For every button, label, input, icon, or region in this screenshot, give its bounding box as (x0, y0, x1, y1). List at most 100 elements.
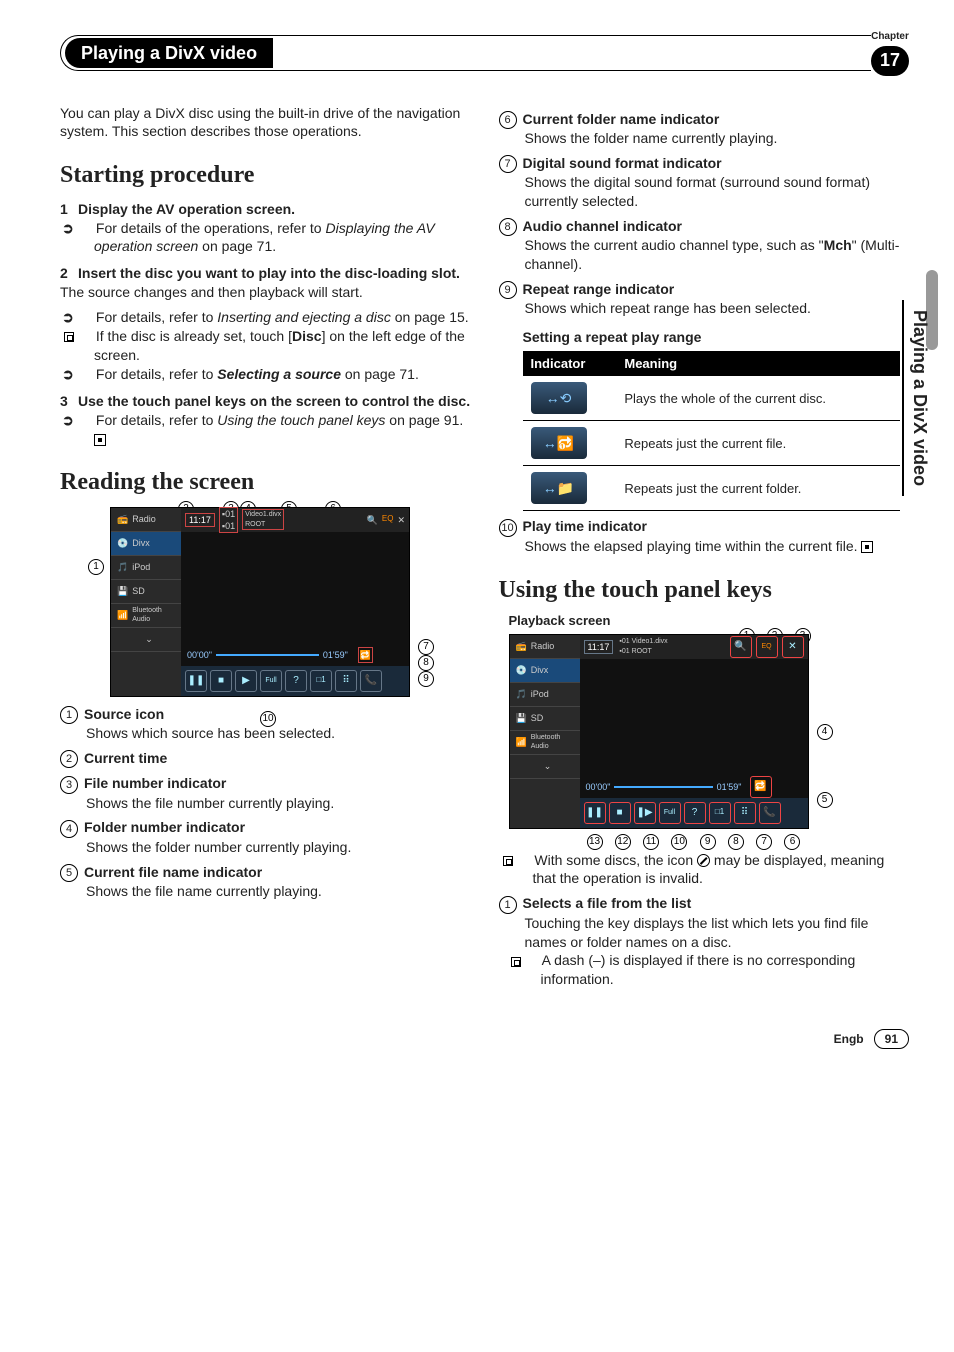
right-column: 6Current folder name indicatorShows the … (499, 104, 910, 990)
page-header: Playing a DivX video Chapter 17 (60, 30, 909, 76)
circ-1: 1 (499, 896, 517, 914)
page-title: Playing a DivX video (65, 38, 273, 68)
table-row: ↔📁 Repeats just the current folder. (523, 466, 901, 511)
elapsed: 00'00" (586, 781, 611, 793)
progress-2: 00'00" 01'59" 🔁 (586, 780, 772, 794)
c2-bottom: 13 12 11 10 9 8 7 6 (587, 834, 807, 850)
subtitle-button[interactable]: □1 (709, 802, 731, 824)
item-10-title: Play time indicator (523, 518, 647, 534)
callout-1: 1 (88, 559, 110, 575)
meaning-2: Repeats just the current folder. (616, 466, 900, 511)
src-bt[interactable]: 📶 Bluetooth Audio (510, 731, 580, 755)
t: on page 91. (385, 412, 463, 428)
t: A dash (–) is displayed if there is no c… (541, 952, 856, 987)
clock: 11:17 (185, 513, 215, 527)
src-more[interactable]: ⌄ (510, 755, 580, 779)
repeat-icon[interactable]: 🔁 (750, 776, 772, 798)
callout-9: 9 (418, 671, 440, 687)
item-desc: Shows which repeat range has been select… (525, 299, 910, 318)
touch-item-1-sub: A dash (–) is displayed if there is no c… (541, 951, 910, 989)
screen-item-5: 5Current file name indicatorShows the fi… (60, 863, 471, 901)
table-row: ↔🔂Repeats just the current file. (523, 421, 901, 466)
touch-item-1-title: Selects a file from the list (523, 895, 692, 911)
footer: Engb 91 (60, 1029, 909, 1049)
note-icon (525, 951, 539, 970)
prohibit-icon (697, 854, 710, 867)
item-desc: Shows the folder number currently playin… (86, 838, 471, 857)
src-sd[interactable]: 💾 SD (510, 707, 580, 731)
th-meaning: Meaning (616, 351, 900, 377)
screen-item-4: 4Folder number indicatorShows the folder… (60, 818, 471, 856)
th-indicator: Indicator (523, 351, 617, 377)
lang-label: Engb (834, 1031, 864, 1047)
stop-button[interactable]: ■ (210, 670, 232, 692)
meaning-1: Repeats just the current file. (616, 421, 900, 466)
source-list: 📻 Radio 💿 Divx 🎵 iPod 💾 SD 📶 Bluetooth A… (111, 508, 181, 696)
step-2-sub2: If the disc is already set, touch [Disc]… (94, 327, 471, 365)
phone-button[interactable]: 📞 (759, 802, 781, 824)
item-10-desc: Shows the elapsed playing time within th… (525, 538, 858, 554)
item-title: Current file name indicator (84, 864, 262, 880)
touch-item-1-desc: Touching the key displays the list which… (525, 914, 910, 952)
close-icon[interactable]: ✕ (397, 514, 405, 526)
t: Inserting and ejecting a disc (217, 309, 391, 325)
touch-item-1: 1 Selects a file from the list Touching t… (499, 894, 910, 989)
repeat-table-title: Setting a repeat play range (523, 328, 910, 347)
aspect-button[interactable]: Full (260, 670, 282, 692)
circ: 1 (60, 706, 78, 724)
pause-button[interactable]: ❚❚ (185, 670, 207, 692)
eq-icon[interactable]: EQ (382, 514, 394, 525)
item-title: Audio channel indicator (523, 218, 682, 234)
src-sd[interactable]: 💾 SD (111, 580, 181, 604)
search-icon[interactable]: 🔍 (730, 636, 752, 658)
item-title: File number indicator (84, 775, 226, 791)
file-folder-box: ▪01▪01 (219, 507, 238, 533)
page-number: 91 (874, 1029, 909, 1049)
src-radio[interactable]: 📻 Radio (111, 508, 181, 532)
src-divx[interactable]: 💿 Divx (510, 659, 580, 683)
step-1: 1Display the AV operation screen. (60, 200, 471, 219)
refer-icon: ➲ (78, 365, 92, 384)
subtitle-button[interactable]: □1 (310, 670, 332, 692)
progress-bar: 00'00" 01'59" 🔁 (187, 648, 373, 662)
step-2-desc: The source changes and then playback wil… (60, 283, 471, 302)
stop-button[interactable]: ■ (609, 802, 631, 824)
play-button[interactable]: ▶ (235, 670, 257, 692)
phone-button[interactable]: 📞 (360, 670, 382, 692)
step-2-sub1: ➲ For details, refer to Inserting and ej… (94, 308, 471, 327)
t: For details, refer to (96, 366, 217, 382)
circ: 6 (499, 111, 517, 129)
close-icon[interactable]: ✕ (782, 636, 804, 658)
src-divx[interactable]: 💿 Divx (111, 532, 181, 556)
eq-icon[interactable]: EQ (756, 636, 778, 658)
screen-item-7: 7Digital sound format indicatorShows the… (499, 154, 910, 211)
src-ipod[interactable]: 🎵 iPod (510, 683, 580, 707)
clock: 11:17 (584, 640, 614, 654)
control-bar-2: ❚❚ ■ ❚▶ Full ? □1 ⠿ 📞 (580, 798, 808, 828)
grid-button[interactable]: ⠿ (335, 670, 357, 692)
q-button[interactable]: ? (684, 802, 706, 824)
step-button[interactable]: ❚▶ (634, 802, 656, 824)
aspect-button[interactable]: Full (659, 802, 681, 824)
refer-icon: ➲ (78, 219, 92, 238)
t: Selecting a source (217, 366, 341, 382)
starting-procedure-heading: Starting procedure (60, 159, 471, 191)
reading-screen-heading: Reading the screen (60, 466, 471, 498)
callout-10: 10 (260, 711, 282, 727)
pause-button[interactable]: ❚❚ (584, 802, 606, 824)
q-button[interactable]: ? (285, 670, 307, 692)
src-ipod[interactable]: 🎵 iPod (111, 556, 181, 580)
src-more[interactable]: ⌄ (111, 628, 181, 652)
src-radio[interactable]: 📻 Radio (510, 635, 580, 659)
search-icon[interactable]: 🔍 (367, 514, 378, 526)
step-1-title: Display the AV operation screen. (78, 201, 295, 217)
step-3: 3Use the touch panel keys on the screen … (60, 392, 471, 411)
t: With some discs, the icon (534, 852, 697, 868)
circ: 4 (60, 820, 78, 838)
screen-item-2: 2Current time (60, 749, 471, 768)
repeat-icon[interactable]: 🔁 (358, 647, 373, 663)
src-bt[interactable]: 📶 Bluetooth Audio (111, 604, 181, 628)
repeat-folder-icon: ↔📁 (531, 472, 587, 504)
elapsed: 00'00" (187, 649, 212, 661)
grid-button[interactable]: ⠿ (734, 802, 756, 824)
